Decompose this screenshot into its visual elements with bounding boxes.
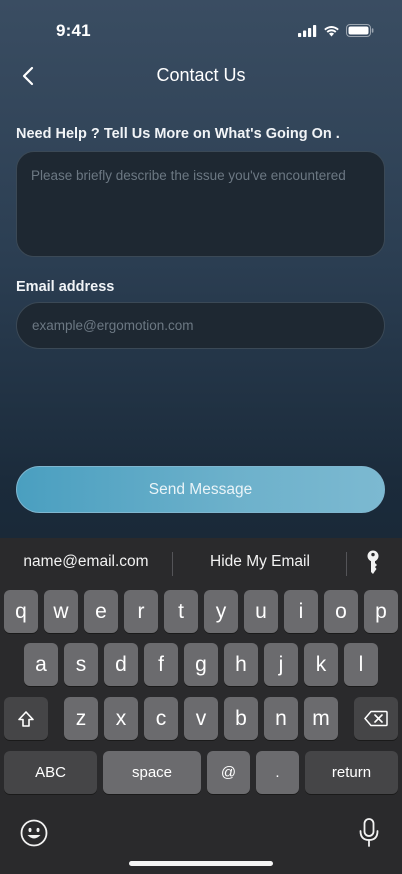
status-time: 9:41 xyxy=(56,21,91,40)
key-j[interactable]: j xyxy=(264,643,298,686)
key-c[interactable]: c xyxy=(144,697,178,740)
key-k[interactable]: k xyxy=(304,643,338,686)
key-t[interactable]: t xyxy=(164,590,198,633)
emoji-icon xyxy=(20,819,48,847)
emoji-button[interactable] xyxy=(20,819,48,852)
key-o[interactable]: o xyxy=(324,590,358,633)
key-e[interactable]: e xyxy=(84,590,118,633)
status-bar: 9:41 xyxy=(0,0,402,54)
key-w[interactable]: w xyxy=(44,590,78,633)
space-key[interactable]: space xyxy=(103,751,201,794)
shift-icon xyxy=(18,710,34,727)
keyboard: name@email.com Hide My Email q w e r t y… xyxy=(0,538,402,874)
issue-placeholder: Please briefly describe the issue you've… xyxy=(31,168,346,183)
key-m[interactable]: m xyxy=(304,697,338,740)
key-h[interactable]: h xyxy=(224,643,258,686)
dot-key[interactable]: . xyxy=(256,751,299,794)
key-d[interactable]: d xyxy=(104,643,138,686)
key-y[interactable]: y xyxy=(204,590,238,633)
suggestion-email[interactable]: name@email.com xyxy=(8,553,164,571)
cellular-signal-icon xyxy=(298,24,317,37)
wifi-icon xyxy=(324,25,339,36)
key-u[interactable]: u xyxy=(244,590,278,633)
key-v[interactable]: v xyxy=(184,697,218,740)
dictation-button[interactable] xyxy=(359,818,379,853)
key-q[interactable]: q xyxy=(4,590,38,633)
contact-us-screen: 9:41 Contact Us Need Help ? Tell Us More… xyxy=(0,0,402,874)
key-l[interactable]: l xyxy=(344,643,378,686)
navigation-bar: Contact Us xyxy=(0,56,402,96)
delete-key[interactable] xyxy=(354,697,398,740)
key-x[interactable]: x xyxy=(104,697,138,740)
email-placeholder: example@ergomotion.com xyxy=(32,318,194,333)
home-indicator xyxy=(129,861,273,866)
email-field[interactable]: example@ergomotion.com xyxy=(16,302,385,349)
backspace-icon xyxy=(364,710,388,727)
issue-description-textarea[interactable]: Please briefly describe the issue you've… xyxy=(16,151,385,257)
page-title: Contact Us xyxy=(156,65,246,85)
key-b[interactable]: b xyxy=(224,697,258,740)
status-icons xyxy=(298,24,374,37)
email-label: Email address xyxy=(16,279,115,295)
key-r[interactable]: r xyxy=(124,590,158,633)
issue-label: Need Help ? Tell Us More on What's Going… xyxy=(16,126,340,142)
shift-key[interactable] xyxy=(4,697,48,740)
key-z[interactable]: z xyxy=(64,697,98,740)
passwords-key-button[interactable] xyxy=(366,550,380,581)
suggestion-hide-my-email[interactable]: Hide My Email xyxy=(182,553,338,571)
key-s[interactable]: s xyxy=(64,643,98,686)
key-p[interactable]: p xyxy=(364,590,398,633)
suggestion-divider xyxy=(346,552,347,576)
send-message-button[interactable]: Send Message xyxy=(16,466,385,513)
key-icon xyxy=(367,550,379,574)
key-f[interactable]: f xyxy=(144,643,178,686)
microphone-icon xyxy=(359,818,379,847)
suggestion-bar: name@email.com Hide My Email xyxy=(0,538,402,588)
key-g[interactable]: g xyxy=(184,643,218,686)
return-key[interactable]: return xyxy=(305,751,398,794)
key-n[interactable]: n xyxy=(264,697,298,740)
key-i[interactable]: i xyxy=(284,590,318,633)
at-key[interactable]: @ xyxy=(207,751,250,794)
suggestion-divider xyxy=(172,552,173,576)
key-a[interactable]: a xyxy=(24,643,58,686)
battery-icon xyxy=(346,24,374,37)
abc-key[interactable]: ABC xyxy=(4,751,97,794)
